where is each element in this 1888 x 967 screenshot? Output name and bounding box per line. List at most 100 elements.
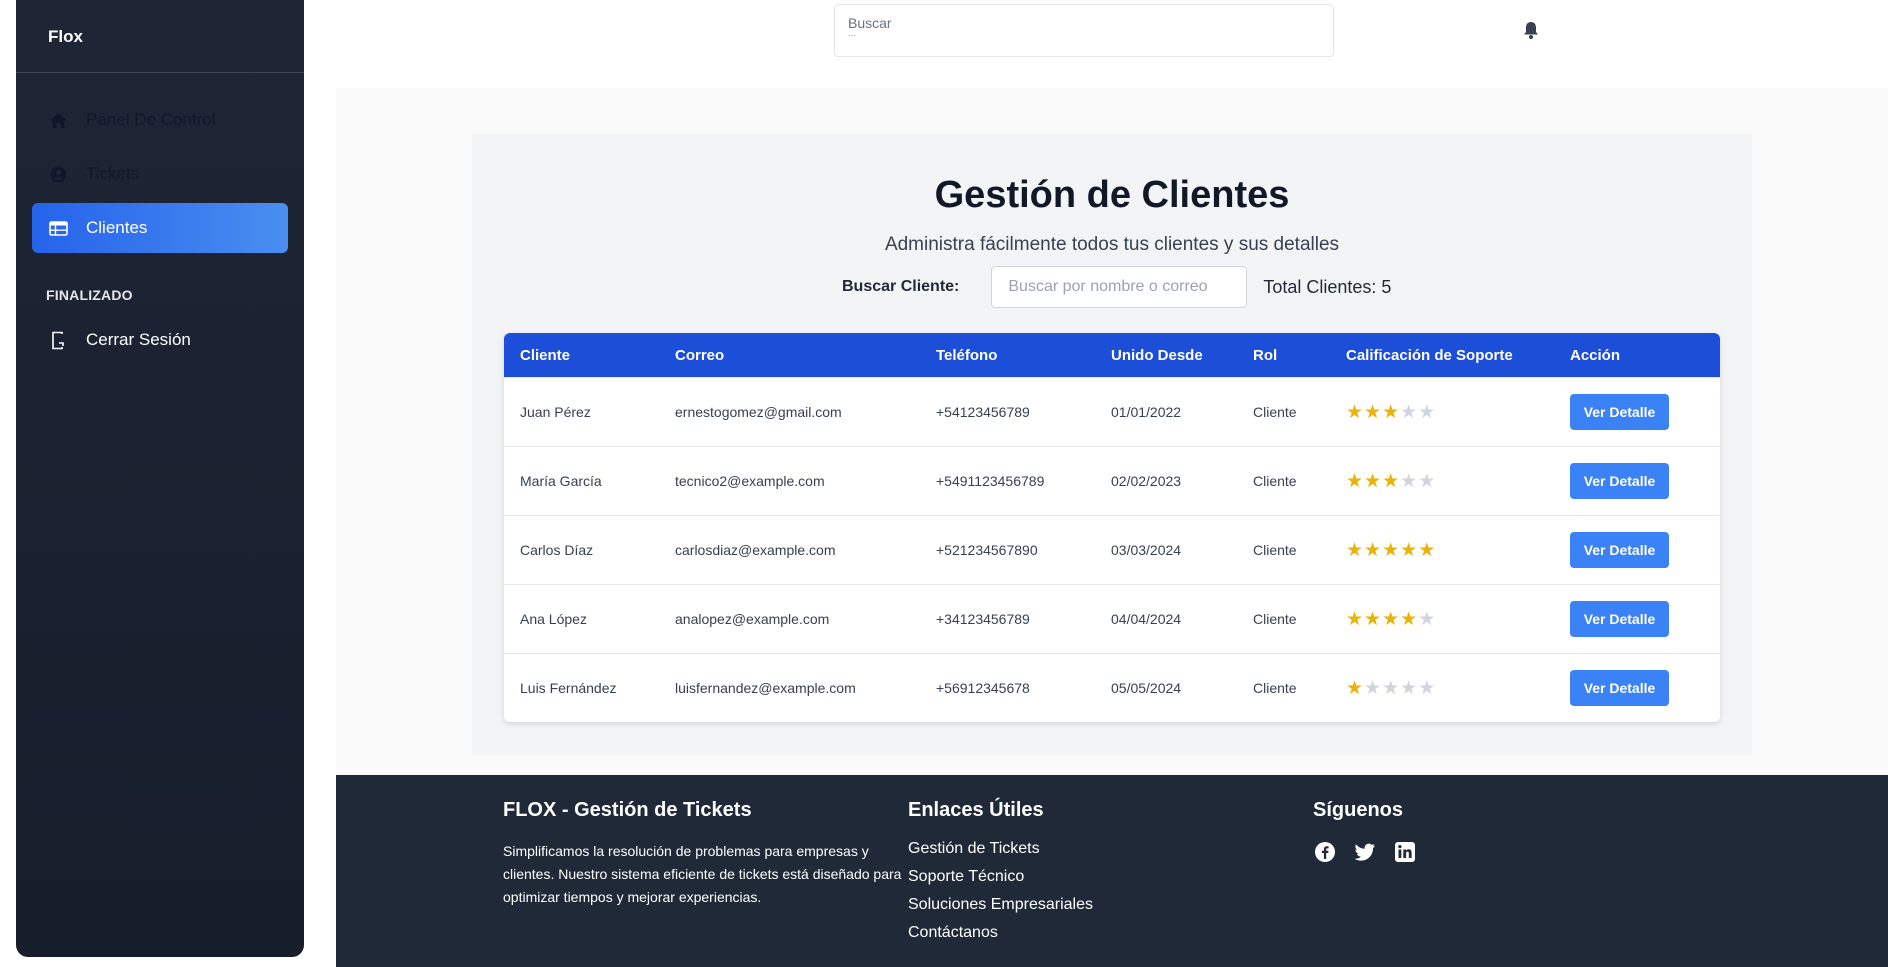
support-rating: ★★★★★ — [1330, 401, 1554, 424]
cell-accion: Ver Detalle — [1554, 463, 1720, 499]
cell-rol: Cliente — [1253, 542, 1297, 558]
footer-link[interactable]: Contáctanos — [908, 924, 1093, 942]
footer-link[interactable]: Gestión de Tickets — [908, 840, 1093, 858]
star-icon: ★ — [1400, 677, 1418, 699]
star-icon: ★ — [1346, 401, 1364, 423]
table-row: Carlos Díaz carlosdiaz@example.com +521234… — [504, 515, 1720, 584]
star-icon: ★ — [1418, 539, 1436, 561]
footer-links: Enlaces Útiles Gestión de Tickets Soport… — [908, 799, 1093, 952]
cell-correo: tecnico2@example.com — [675, 473, 825, 489]
footer-social-title: Síguenos — [1313, 799, 1404, 821]
top-search-dots: ... — [848, 28, 857, 39]
star-icon: ★ — [1364, 470, 1382, 492]
sidebar-item-tickets[interactable]: Tickets — [32, 149, 288, 199]
header-rol: Rol — [1253, 346, 1278, 364]
cell-unido: 05/05/2024 — [1111, 680, 1182, 696]
view-detail-button[interactable]: Ver Detalle — [1570, 394, 1669, 430]
logout-label: Cerrar Sesión — [86, 330, 191, 349]
footer: FLOX - Gestión de Tickets Simplificamos … — [336, 775, 1888, 967]
cell-unido: 01/01/2022 — [1111, 404, 1182, 420]
cell-rol: Cliente — [1253, 611, 1297, 627]
cell-rol: Cliente — [1253, 404, 1297, 420]
star-icon: ★ — [1400, 539, 1418, 561]
footer-social: Síguenos — [1313, 799, 1417, 864]
star-icon: ★ — [1364, 539, 1382, 561]
cell-accion: Ver Detalle — [1554, 601, 1720, 637]
page-subtitle: Administra fácilmente todos tus clientes… — [884, 234, 1340, 255]
cell-accion: Ver Detalle — [1554, 532, 1720, 568]
star-icon: ★ — [1346, 608, 1364, 630]
client-search-row: Buscar Cliente: Buscar por nombre o corr… — [842, 266, 1391, 308]
cell-telefono: +54123456789 — [936, 404, 1030, 420]
sidebar-item-label: Panel De Control — [86, 110, 216, 129]
cell-cliente: María García — [520, 473, 602, 489]
table-row: Juan Pérez ernestogomez@gmail.com +5412345… — [504, 377, 1720, 446]
table-header: Cliente Correo Teléfono Unido Desde Rol … — [504, 333, 1720, 377]
clients-table: Cliente Correo Teléfono Unido Desde Rol … — [504, 333, 1720, 722]
cell-correo: ernestogomez@gmail.com — [675, 404, 842, 420]
footer-links-title: Enlaces Útiles — [908, 799, 1044, 821]
support-rating: ★★★★★ — [1330, 608, 1554, 631]
cell-rol: Cliente — [1253, 473, 1297, 489]
table-row: Luis Fernández luisfernandez@example.com +… — [504, 653, 1720, 722]
top-search-input[interactable]: Buscar ... — [834, 4, 1334, 57]
cell-cliente: Carlos Díaz — [520, 542, 594, 558]
view-detail-button[interactable]: Ver Detalle — [1570, 601, 1669, 637]
star-icon: ★ — [1418, 470, 1436, 492]
cell-unido: 02/02/2023 — [1111, 473, 1182, 489]
view-detail-button[interactable]: Ver Detalle — [1570, 532, 1669, 568]
header-correo: Correo — [675, 346, 725, 364]
support-rating: ★★★★★ — [1330, 677, 1554, 700]
sidebar-item-panel[interactable]: Panel De Control — [32, 95, 288, 145]
sidebar-item-label: Clientes — [86, 218, 148, 237]
total-clients: Total Clientes: 5 — [1263, 276, 1392, 297]
header-calificacion: Calificación de Soporte — [1346, 346, 1513, 364]
clients-card: Gestión de Clientes Administra fácilment… — [472, 134, 1752, 755]
cell-correo: analopez@example.com — [675, 611, 830, 627]
star-icon: ★ — [1382, 677, 1400, 699]
star-icon: ★ — [1364, 608, 1382, 630]
cell-telefono: +521234567890 — [936, 542, 1038, 558]
brand-logo[interactable]: Flox — [16, 0, 304, 73]
linkedin-icon[interactable] — [1393, 840, 1417, 864]
cell-cliente: Luis Fernández — [520, 680, 617, 696]
cell-telefono: +56912345678 — [936, 680, 1030, 696]
support-rating: ★★★★★ — [1330, 539, 1554, 562]
twitter-icon[interactable] — [1353, 840, 1377, 864]
top-search-label: Buscar — [848, 15, 892, 31]
user-circle-icon — [48, 164, 68, 184]
star-icon: ★ — [1418, 401, 1436, 423]
logout-button[interactable]: Cerrar Sesión — [32, 315, 288, 365]
view-detail-button[interactable]: Ver Detalle — [1570, 670, 1669, 706]
facebook-icon[interactable] — [1313, 840, 1337, 864]
header-telefono: Teléfono — [936, 346, 998, 364]
logout-icon — [48, 330, 68, 350]
star-icon: ★ — [1400, 470, 1418, 492]
page-title: Gestión de Clientes — [934, 174, 1290, 216]
cell-accion: Ver Detalle — [1554, 394, 1720, 430]
star-icon: ★ — [1418, 677, 1436, 699]
cell-rol: Cliente — [1253, 680, 1297, 696]
footer-about-title: FLOX - Gestión de Tickets — [503, 799, 752, 821]
footer-link[interactable]: Soluciones Empresariales — [908, 896, 1093, 914]
table-row: María García tecnico2@example.com +5491123… — [504, 446, 1720, 515]
star-icon: ★ — [1364, 401, 1382, 423]
sidebar-item-label: Tickets — [86, 164, 140, 183]
footer-link[interactable]: Soporte Técnico — [908, 868, 1093, 886]
client-search-input[interactable]: Buscar por nombre o correo — [991, 266, 1248, 308]
section-label-finalizado: FINALIZADO — [46, 287, 133, 303]
star-icon: ★ — [1418, 608, 1436, 630]
star-icon: ★ — [1382, 470, 1400, 492]
view-detail-button[interactable]: Ver Detalle — [1570, 463, 1669, 499]
sidebar-item-clientes[interactable]: Clientes — [32, 203, 288, 253]
star-icon: ★ — [1400, 608, 1418, 630]
bell-icon[interactable] — [1522, 20, 1540, 40]
home-icon — [48, 110, 68, 130]
sidebar-nav-bottom: Cerrar Sesión — [16, 315, 304, 365]
cell-telefono: +5491123456789 — [936, 473, 1045, 489]
table-row: Ana López analopez@example.com +3412345678… — [504, 584, 1720, 653]
cell-correo: carlosdiaz@example.com — [675, 542, 836, 558]
sidebar: Flox Panel De Control Tickets Clientes F… — [16, 0, 304, 957]
sidebar-nav: Panel De Control Tickets Clientes — [16, 73, 304, 253]
cell-cliente: Juan Pérez — [520, 404, 591, 420]
